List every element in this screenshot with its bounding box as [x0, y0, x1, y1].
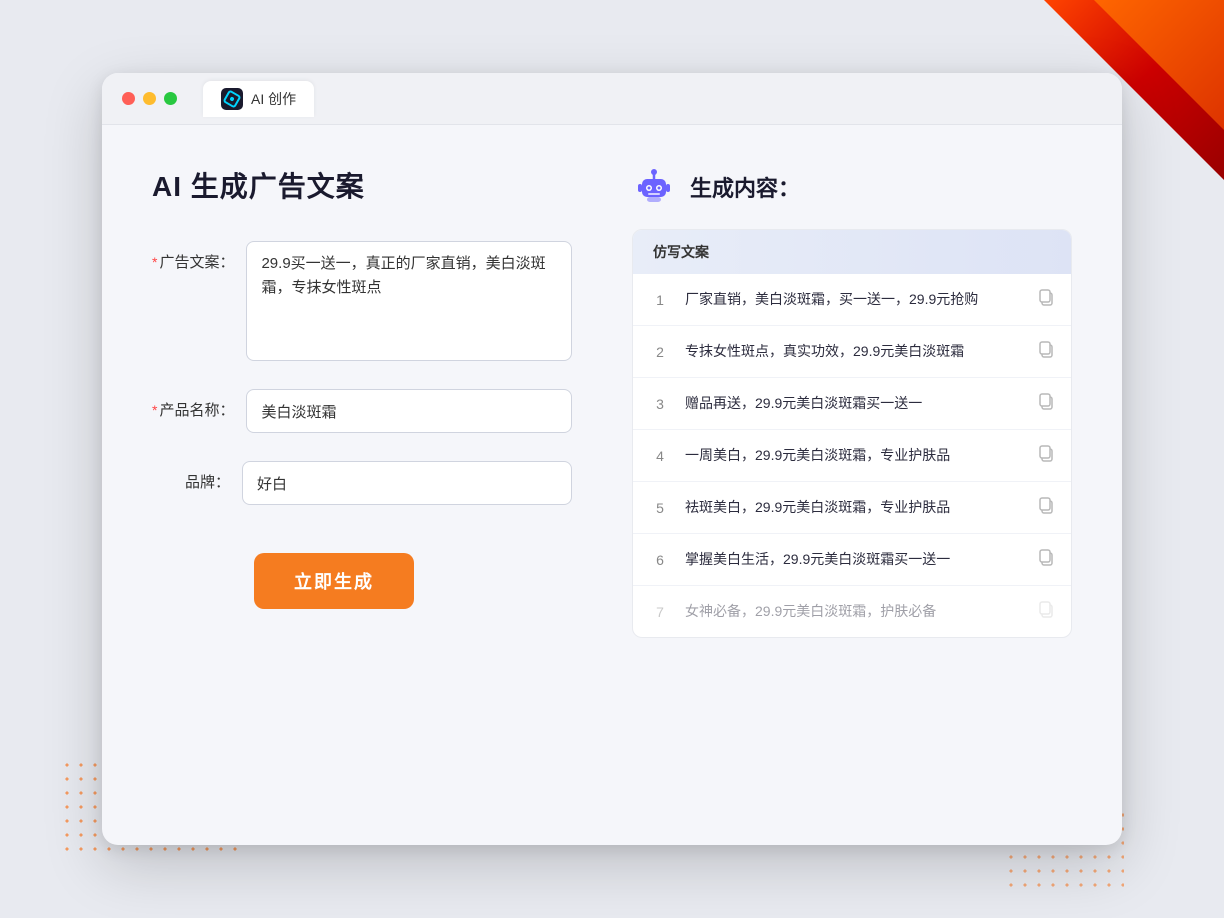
traffic-lights: [122, 92, 177, 105]
row-text: 厂家直销，美白淡斑霜，买一送一，29.9元抢购: [685, 289, 1023, 310]
generate-button[interactable]: 立即生成: [254, 553, 414, 609]
table-row: 7 女神必备，29.9元美白淡斑霜，护肤必备: [633, 586, 1071, 637]
row-number: 3: [649, 396, 671, 412]
row-number: 2: [649, 344, 671, 360]
table-row: 3 赠品再送，29.9元美白淡斑霜买一送一: [633, 378, 1071, 430]
result-header: 生成内容：: [632, 165, 1072, 209]
row-text: 赠品再送，29.9元美白淡斑霜买一送一: [685, 393, 1023, 414]
tab-label: AI 创作: [251, 89, 296, 109]
row-text: 专抹女性斑点，真实功效，29.9元美白淡斑霜: [685, 341, 1023, 362]
table-row: 1 厂家直销，美白淡斑霜，买一送一，29.9元抢购: [633, 274, 1071, 326]
title-bar: AI 创作: [102, 73, 1122, 125]
right-panel: 生成内容： 仿写文案 1 厂家直销，美白淡斑霜，买一送一，29.9元抢购 2 专抹女…: [632, 165, 1072, 795]
maximize-button[interactable]: [164, 92, 177, 105]
row-number: 7: [649, 604, 671, 620]
left-panel: AI 生成广告文案 *广告文案： 29.9买一送一，真正的厂家直销，美白淡斑霜，…: [152, 165, 572, 795]
row-text: 掌握美白生活，29.9元美白淡斑霜买一送一: [685, 549, 1023, 570]
row-number: 6: [649, 552, 671, 568]
ai-icon-inner: [222, 89, 241, 108]
browser-window: AI 创作 AI 生成广告文案 *广告文案： 29.9买一送一，真正的厂家直销，…: [102, 73, 1122, 845]
robot-icon: [632, 165, 676, 209]
required-star-1: *: [152, 254, 157, 270]
row-number: 4: [649, 448, 671, 464]
row-number: 5: [649, 500, 671, 516]
page-title: AI 生成广告文案: [152, 165, 572, 205]
table-row: 2 专抹女性斑点，真实功效，29.9元美白淡斑霜: [633, 326, 1071, 378]
ai-tab[interactable]: AI 创作: [203, 81, 314, 117]
ai-icon: [221, 88, 243, 110]
copy-icon[interactable]: [1037, 392, 1055, 415]
ad-copy-input[interactable]: 29.9买一送一，真正的厂家直销，美白淡斑霜，专抹女性斑点: [246, 241, 572, 361]
copy-icon[interactable]: [1037, 496, 1055, 519]
close-button[interactable]: [122, 92, 135, 105]
brand-row: 品牌：: [152, 461, 572, 505]
brand-input[interactable]: [242, 461, 572, 505]
row-number: 1: [649, 292, 671, 308]
product-name-input[interactable]: [246, 389, 572, 433]
result-rows: 1 厂家直销，美白淡斑霜，买一送一，29.9元抢购 2 专抹女性斑点，真实功效，29…: [633, 274, 1071, 637]
row-text: 一周美白，29.9元美白淡斑霜，专业护肤品: [685, 445, 1023, 466]
minimize-button[interactable]: [143, 92, 156, 105]
ad-copy-label: *广告文案：: [152, 241, 246, 272]
result-table: 仿写文案 1 厂家直销，美白淡斑霜，买一送一，29.9元抢购 2 专抹女性斑点，真实…: [632, 229, 1072, 638]
row-text: 祛斑美白，29.9元美白淡斑霜，专业护肤品: [685, 497, 1023, 518]
table-row: 5 祛斑美白，29.9元美白淡斑霜，专业护肤品: [633, 482, 1071, 534]
copy-icon[interactable]: [1037, 600, 1055, 623]
copy-icon[interactable]: [1037, 340, 1055, 363]
copy-icon[interactable]: [1037, 548, 1055, 571]
brand-label: 品牌：: [152, 461, 242, 492]
table-row: 4 一周美白，29.9元美白淡斑霜，专业护肤品: [633, 430, 1071, 482]
main-content: AI 生成广告文案 *广告文案： 29.9买一送一，真正的厂家直销，美白淡斑霜，…: [102, 125, 1122, 845]
ad-copy-row: *广告文案： 29.9买一送一，真正的厂家直销，美白淡斑霜，专抹女性斑点: [152, 241, 572, 361]
table-row: 6 掌握美白生活，29.9元美白淡斑霜买一送一: [633, 534, 1071, 586]
result-title: 生成内容：: [690, 171, 800, 203]
required-star-2: *: [152, 402, 157, 418]
product-name-label: *产品名称：: [152, 389, 246, 420]
copy-icon[interactable]: [1037, 288, 1055, 311]
table-header: 仿写文案: [633, 230, 1071, 274]
copy-icon[interactable]: [1037, 444, 1055, 467]
product-name-row: *产品名称：: [152, 389, 572, 433]
row-text: 女神必备，29.9元美白淡斑霜，护肤必备: [685, 601, 1023, 622]
